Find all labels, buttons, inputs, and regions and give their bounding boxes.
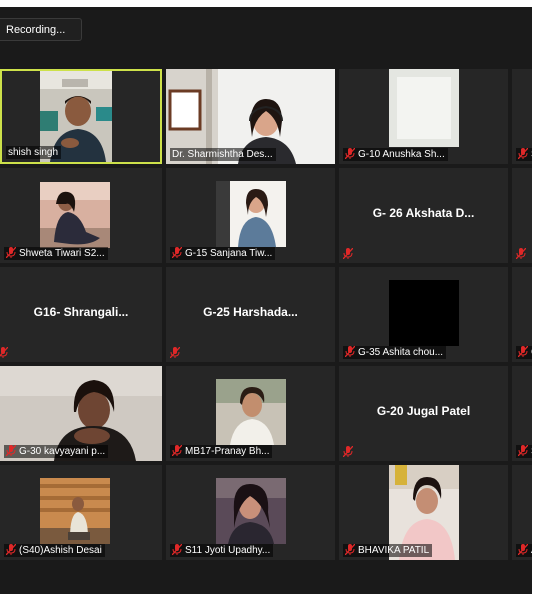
participant-name-label: G-25 Harshada... xyxy=(203,305,298,319)
participant-name: G-15 Sanjana Tiw... xyxy=(170,247,276,260)
participant-name: G-30 kavyayani p... xyxy=(4,445,109,458)
mic-muted-icon xyxy=(518,544,528,555)
recording-label: Recording... xyxy=(6,24,66,36)
participant-name: shish singh xyxy=(6,146,62,159)
participant-video xyxy=(40,182,110,248)
participant-name: Dr. Sharmishtha Des... xyxy=(170,148,276,161)
participant-video xyxy=(216,181,286,247)
participant-tile[interactable]: G16- Shrangali... xyxy=(0,267,162,362)
mic-muted-icon xyxy=(516,248,526,259)
participant-video xyxy=(40,478,110,544)
mic-muted-icon xyxy=(345,346,355,357)
gallery-view: shish singh Dr. Sharmishtha Des... G-10 xyxy=(0,69,532,560)
participant-tile[interactable]: MB17-Pranay Bh... xyxy=(166,366,335,461)
mic-muted-icon xyxy=(172,544,182,555)
participant-tile-partial[interactable]: S xyxy=(512,366,532,461)
participant-tile[interactable]: S11 Jyoti Upadhy... xyxy=(166,465,335,560)
participant-tile-active-speaker[interactable]: shish singh xyxy=(0,69,162,164)
participant-name: MB17-Pranay Bh... xyxy=(170,445,273,458)
mic-muted-icon xyxy=(6,247,16,258)
participant-tile-partial[interactable] xyxy=(512,168,532,263)
mic-muted-icon xyxy=(518,445,528,456)
participant-tile[interactable]: G-35 Ashita chou... xyxy=(339,267,508,362)
mic-muted-icon xyxy=(172,247,182,258)
participant-name: S xyxy=(516,148,532,161)
participant-tile[interactable]: G-30 kavyayani p... xyxy=(0,366,162,461)
participant-name: S11 Jyoti Upadhy... xyxy=(170,544,274,557)
participant-name-label: G- 26 Akshata D... xyxy=(372,206,475,220)
participant-name: S xyxy=(516,445,532,458)
mic-muted-icon xyxy=(343,446,353,457)
mic-muted-icon xyxy=(6,445,16,456)
participant-tile-partial[interactable]: A xyxy=(512,465,532,560)
meeting-window: Recording... shish singh Dr. Sharmishtha… xyxy=(0,7,532,594)
participant-video xyxy=(216,379,286,445)
mic-muted-icon xyxy=(170,347,180,358)
mic-muted-icon xyxy=(6,544,16,555)
participant-name: G-35 Ashita chou... xyxy=(343,346,447,359)
mic-muted-icon xyxy=(345,148,355,159)
participant-tile[interactable]: Dr. Sharmishtha Des... xyxy=(166,69,335,164)
participant-tile[interactable]: S xyxy=(512,69,532,164)
mic-muted-icon xyxy=(343,248,353,259)
participant-name: (S40)Ashish Desai xyxy=(4,544,105,557)
mic-muted-icon xyxy=(345,544,355,555)
participant-name: G-10 Anushka Sh... xyxy=(343,148,448,161)
participant-tile[interactable]: Shweta Tiwari S2... xyxy=(0,168,162,263)
mic-muted-icon xyxy=(172,445,182,456)
participant-tile[interactable]: G-20 Jugal Patel xyxy=(339,366,508,461)
participant-name: BHAVIKA PATIL xyxy=(343,544,433,557)
participant-name-label: G16- Shrangali... xyxy=(33,305,129,319)
participant-name: G xyxy=(516,346,532,359)
participant-tile-partial[interactable]: G xyxy=(512,267,532,362)
mic-muted-icon xyxy=(518,346,528,357)
participant-name-label: G-20 Jugal Patel xyxy=(376,404,471,418)
participant-tile[interactable]: G-15 Sanjana Tiw... xyxy=(166,168,335,263)
participant-name: A xyxy=(516,544,532,557)
participant-video xyxy=(389,280,459,346)
participant-tile[interactable]: (S40)Ashish Desai xyxy=(0,465,162,560)
participant-video xyxy=(389,69,459,147)
participant-tile[interactable]: G- 26 Akshata D... xyxy=(339,168,508,263)
participant-name: Shweta Tiwari S2... xyxy=(4,247,108,260)
mic-muted-icon xyxy=(0,347,8,358)
participant-tile[interactable]: G-10 Anushka Sh... xyxy=(339,69,508,164)
participant-tile[interactable]: BHAVIKA PATIL xyxy=(339,465,508,560)
participant-video xyxy=(216,478,286,544)
mic-muted-icon xyxy=(518,148,528,159)
participant-tile[interactable]: G-25 Harshada... xyxy=(166,267,335,362)
recording-indicator[interactable]: Recording... xyxy=(0,18,82,41)
